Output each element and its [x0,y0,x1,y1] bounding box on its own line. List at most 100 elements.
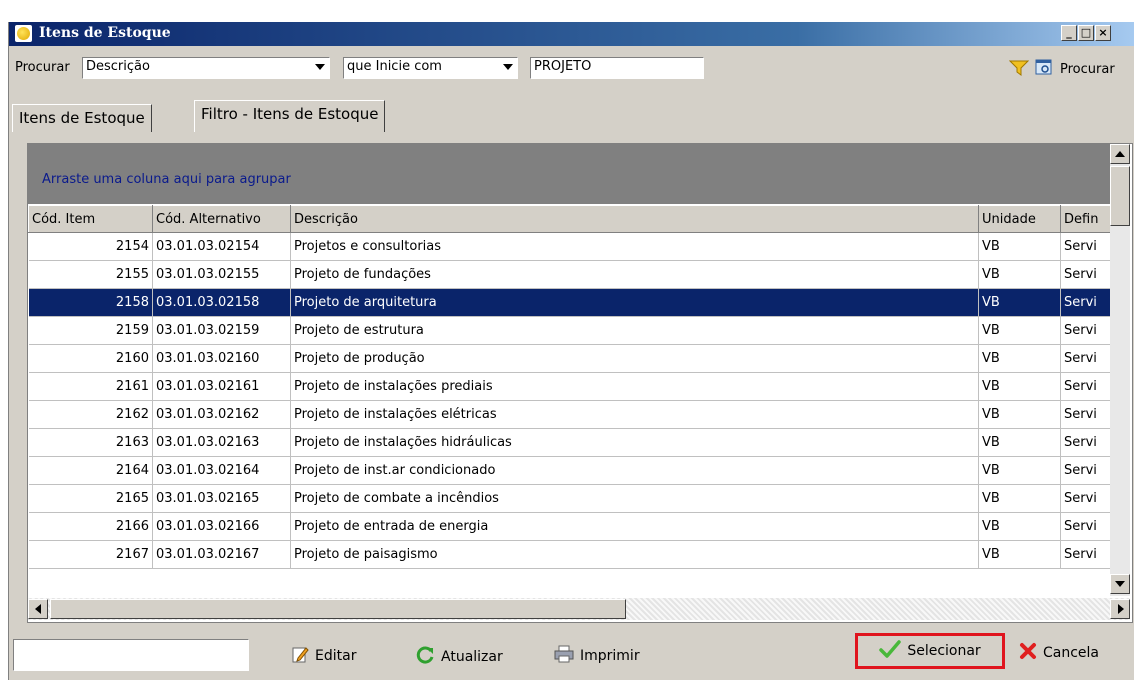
arrow-right-icon [1118,604,1124,614]
print-button[interactable]: Imprimir [554,645,640,667]
print-button-label: Imprimir [580,648,640,664]
cell-cod-item: 2165 [28,484,153,513]
quick-input[interactable] [13,639,249,671]
cell-descricao: Projeto de produção [290,344,979,373]
search-value-input[interactable]: PROJETO [530,57,704,79]
cell-cod-item: 2161 [28,372,153,401]
cancel-button-label: Cancela [1043,645,1100,661]
group-by-area[interactable]: Arraste uma coluna aqui para agrupar [28,144,1114,204]
column-header-unidade[interactable]: Unidade [978,205,1061,233]
search-field-select[interactable]: Descrição [82,57,330,79]
bottom-toolbar: Editar Atualizar Imprimir Selecionar Can… [9,632,1134,680]
cell-unidade: VB [978,288,1061,317]
items-grid: Arraste uma coluna aqui para agrupar Cód… [27,143,1133,623]
column-header-cod-alternativo[interactable]: Cód. Alternativo [152,205,291,233]
scroll-up-button[interactable] [1110,144,1130,164]
cell-cod-item: 2164 [28,456,153,485]
update-button[interactable]: Atualizar [415,645,503,669]
arrow-down-icon [1115,581,1125,587]
group-by-hint: Arraste uma coluna aqui para agrupar [42,172,291,187]
search-icon [1034,58,1054,80]
table-row[interactable]: 2164 03.01.03.02164 Projeto de inst.ar con… [28,456,1113,485]
title-bar[interactable]: Itens de Estoque _ □ × [9,22,1134,46]
cell-descricao: Projeto de entrada de energia [290,512,979,541]
cell-cod-alternativo: 03.01.03.02164 [152,456,291,485]
cell-cod-item: 2158 [28,288,153,317]
horizontal-scrollbar[interactable] [28,598,1130,620]
minimize-button[interactable]: _ [1061,25,1077,41]
cell-unidade: VB [978,456,1061,485]
horizontal-scroll-thumb[interactable] [50,599,626,619]
scroll-left-button[interactable] [28,599,48,619]
cell-descricao: Projeto de combate a incêndios [290,484,979,513]
table-row[interactable]: 2167 03.01.03.02167 Projeto de paisagismo V… [28,540,1113,569]
column-header-descricao[interactable]: Descrição [290,205,979,233]
cell-definicao: Servi [1060,484,1113,513]
select-button[interactable]: Selecionar [855,633,1005,669]
table-row[interactable]: 2154 03.01.03.02154 Projetos e consultoria… [28,232,1113,261]
maximize-button[interactable]: □ [1078,25,1094,41]
cell-cod-alternativo: 03.01.03.02160 [152,344,291,373]
vertical-scrollbar[interactable] [1110,144,1130,596]
table-row[interactable]: 2162 03.01.03.02162 Projeto de instalações… [28,400,1113,429]
table-row[interactable]: 2155 03.01.03.02155 Projeto de fundações VB… [28,260,1113,289]
cell-descricao: Projeto de arquitetura [290,288,979,317]
arrow-up-icon [1115,151,1125,157]
scroll-thumb[interactable] [1110,166,1130,226]
cell-descricao: Projeto de fundações [290,260,979,289]
edit-button[interactable]: Editar [291,645,356,667]
cell-unidade: VB [978,512,1061,541]
items-table: Cód. Item Cód. Alternativo Descrição Uni… [28,205,1113,569]
cell-unidade: VB [978,372,1061,401]
cell-cod-alternativo: 03.01.03.02159 [152,316,291,345]
cell-cod-alternativo: 03.01.03.02162 [152,400,291,429]
table-row[interactable]: 2166 03.01.03.02166 Projeto de entrada de … [28,512,1113,541]
cell-definicao: Servi [1060,428,1113,457]
cell-cod-alternativo: 03.01.03.02163 [152,428,291,457]
table-row-selected[interactable]: 2158 03.01.03.02158 Projeto de arquitetura… [28,288,1113,317]
cell-unidade: VB [978,484,1061,513]
scroll-right-button[interactable] [1110,599,1130,619]
cell-descricao: Projeto de estrutura [290,316,979,345]
table-row[interactable]: 2160 03.01.03.02160 Projeto de produção VB S… [28,344,1113,373]
cell-cod-item: 2162 [28,400,153,429]
cancel-button[interactable]: Cancela [1019,642,1099,664]
window-title: Itens de Estoque [39,25,171,41]
cell-definicao: Servi [1060,512,1113,541]
edit-icon [291,645,309,667]
chevron-down-icon[interactable] [315,64,325,70]
column-header-definicao[interactable]: Defin [1060,205,1113,233]
filter-icon[interactable] [1008,59,1030,81]
cell-definicao: Servi [1060,232,1113,261]
cell-definicao: Servi [1060,344,1113,373]
table-row[interactable]: 2161 03.01.03.02161 Projeto de instalações… [28,372,1113,401]
cell-unidade: VB [978,316,1061,345]
cell-descricao: Projeto de instalações elétricas [290,400,979,429]
column-header-cod-item[interactable]: Cód. Item [28,205,153,233]
cell-descricao: Projeto de instalações hidráulicas [290,428,979,457]
cell-cod-alternativo: 03.01.03.02154 [152,232,291,261]
search-condition-select[interactable]: que Inicie com [343,57,518,79]
cell-cod-item: 2154 [28,232,153,261]
table-row[interactable]: 2163 03.01.03.02163 Projeto de instalações… [28,428,1113,457]
cell-cod-alternativo: 03.01.03.02166 [152,512,291,541]
search-condition-value: que Inicie com [347,59,442,74]
cell-definicao: Servi [1060,372,1113,401]
cell-definicao: Servi [1060,288,1113,317]
edit-button-label: Editar [315,648,357,664]
search-field-value: Descrição [86,59,150,74]
cell-descricao: Projeto de instalações prediais [290,372,979,401]
checkmark-icon [879,639,902,663]
chevron-down-icon[interactable] [503,64,513,70]
tab-filtro-itens-de-estoque[interactable]: Filtro - Itens de Estoque [194,100,386,132]
search-label: Procurar [15,60,70,75]
select-button-label: Selecionar [907,643,981,659]
tab-itens-de-estoque[interactable]: Itens de Estoque [12,104,152,132]
table-row[interactable]: 2165 03.01.03.02165 Projeto de combate a i… [28,484,1113,513]
table-row[interactable]: 2159 03.01.03.02159 Projeto de estrutura VB… [28,316,1113,345]
refresh-icon [415,645,435,669]
close-button[interactable]: × [1095,25,1111,41]
search-button[interactable]: Procurar [1034,58,1115,80]
scroll-down-button[interactable] [1110,574,1130,594]
app-icon [15,25,32,42]
